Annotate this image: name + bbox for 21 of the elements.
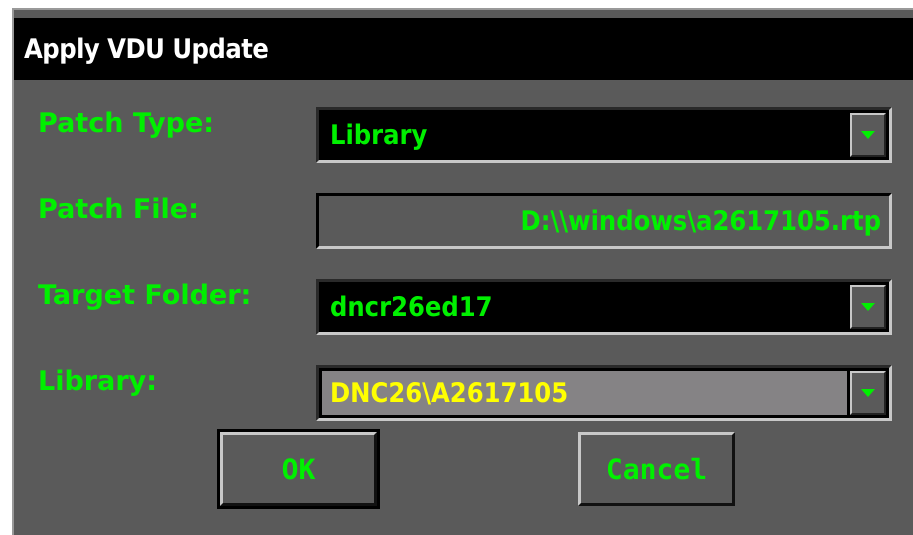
dropdown[interactable]: DNC26\A2617105 [316,365,892,421]
dropdown[interactable]: dncr26ed17 [316,279,892,335]
field-label: Library: [38,365,158,397]
field-value: Library [329,118,428,152]
ok-button[interactable]: OK [220,432,377,506]
dropdown[interactable]: Library [316,107,892,163]
field-value: dncr26ed17 [329,290,494,324]
dropdown-arrow-button[interactable] [850,285,886,329]
cancel-button[interactable]: Cancel [578,432,735,506]
window-title: Apply VDU Update [14,18,913,80]
caret-icon [861,131,875,139]
field-label: Target Folder: [38,279,252,311]
field-value: D:\\windows\a2617105.rtp [520,204,882,238]
dropdown-arrow-button[interactable] [850,371,886,415]
field-label: Patch Type: [38,107,216,139]
caret-icon [861,389,875,397]
dropdown-arrow-button[interactable] [850,113,886,157]
field-label: Patch File: [38,193,200,225]
caret-icon [861,303,875,311]
field-value: DNC26\A2617105 [322,371,847,415]
input-field[interactable]: D:\\windows\a2617105.rtp [316,193,892,249]
